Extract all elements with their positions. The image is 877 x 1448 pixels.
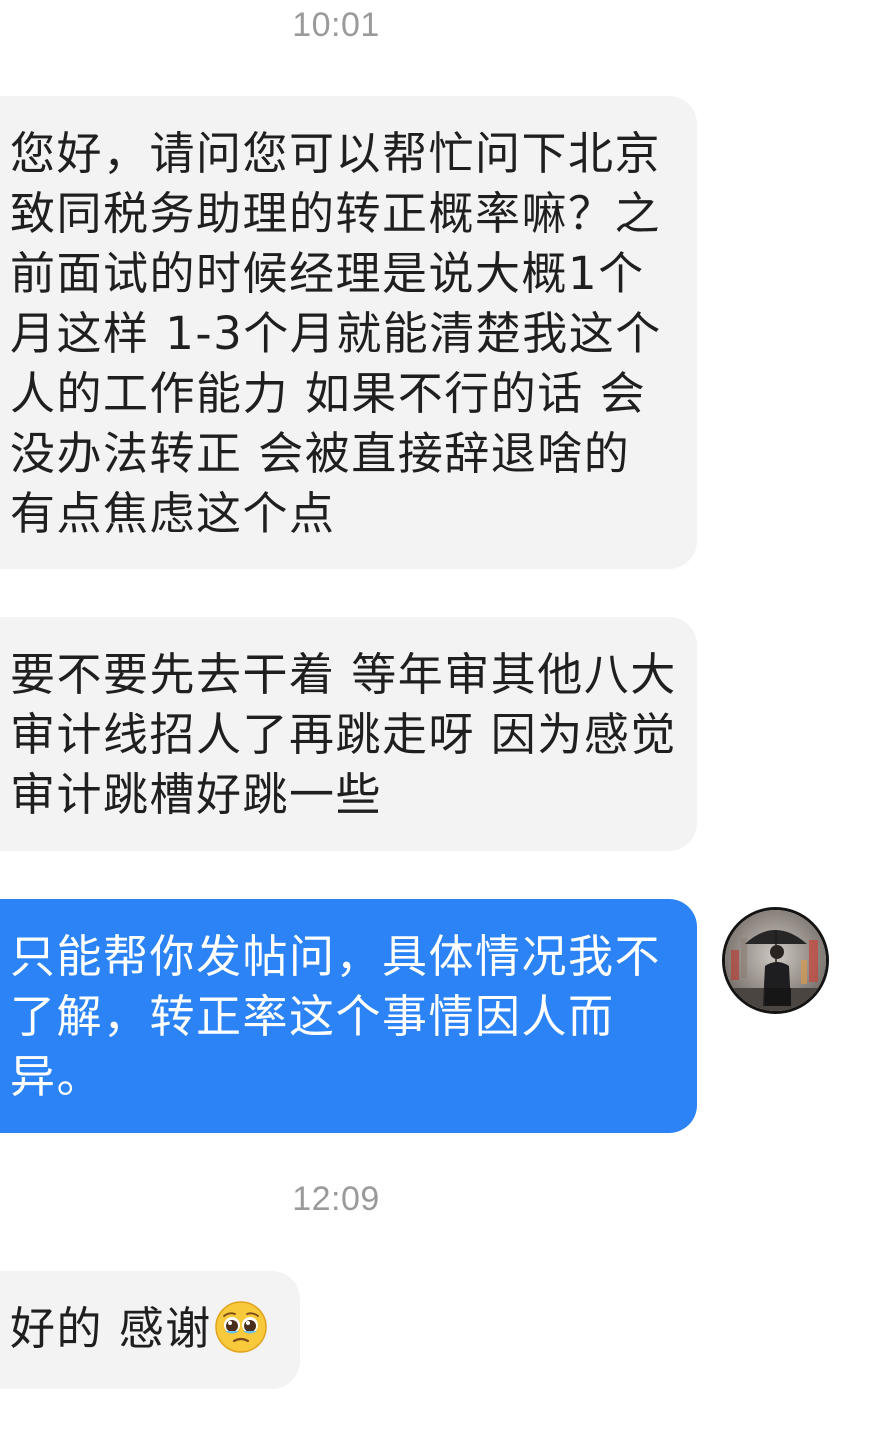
incoming-message-bubble[interactable]: 您好，请问您可以帮忙问下北京致同税务助理的转正概率嘛？之前面试的时候经理是说大概… [0, 96, 697, 569]
timestamp-1001: 10:01 [292, 6, 380, 44]
user-avatar[interactable] [722, 907, 829, 1014]
outgoing-message-bubble[interactable]: 只能帮你发帖问，具体情况我不了解，转正率这个事情因人而异。 [0, 899, 697, 1133]
message-text: 您好，请问您可以帮忙问下北京致同税务助理的转正概率嘛？之前面试的时候经理是说大概… [10, 127, 662, 540]
timestamp-1209: 12:09 [292, 1180, 380, 1218]
message-text: 好的 感谢 [10, 1302, 212, 1355]
avatar-image [725, 910, 826, 1011]
incoming-message-bubble[interactable]: 好的 感谢 [0, 1271, 300, 1389]
message-text: 只能帮你发帖问，具体情况我不了解，转正率这个事情因人而异。 [10, 930, 662, 1103]
message-text: 要不要先去干着 等年审其他八大审计线招人了再跳走呀 因为感觉审计跳槽好跳一些 [10, 648, 677, 821]
pleading-face-icon [214, 1300, 268, 1369]
incoming-message-bubble[interactable]: 要不要先去干着 等年审其他八大审计线招人了再跳走呀 因为感觉审计跳槽好跳一些 [0, 617, 697, 851]
